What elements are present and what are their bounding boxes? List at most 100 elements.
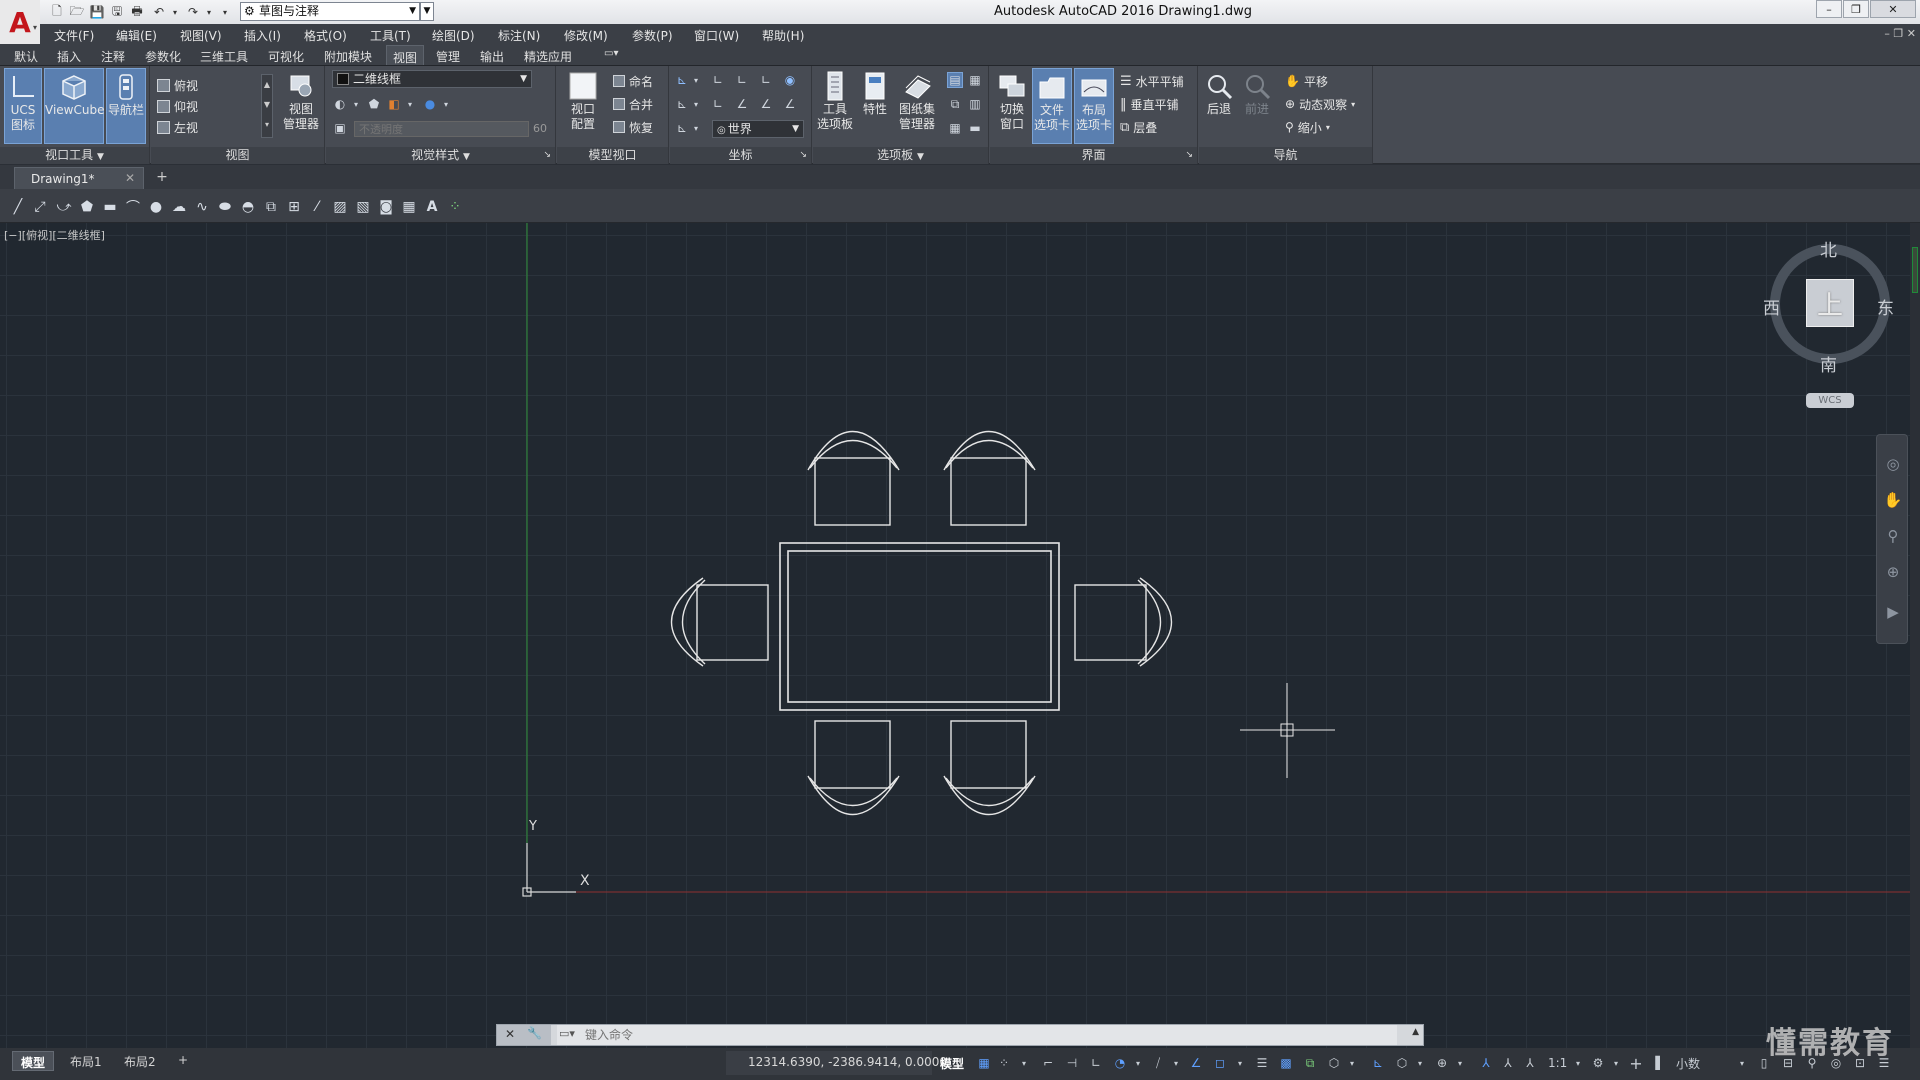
customize-qat-icon[interactable]: ▾ xyxy=(216,3,234,21)
close-button[interactable]: ✕ xyxy=(1870,0,1916,18)
chevron-up-icon[interactable]: ▲ xyxy=(1412,1027,1419,1037)
tab-parametric[interactable]: 参数化 xyxy=(145,48,181,65)
close-icon[interactable]: ✕ xyxy=(505,1027,515,1041)
steering-wheel-icon[interactable]: ◎ xyxy=(1883,455,1903,475)
add-selected-icon[interactable]: ⁘ xyxy=(445,197,465,217)
viewport-restore-button[interactable]: 恢复 xyxy=(613,118,653,136)
dynamic-ucs-icon[interactable]: ⊾ xyxy=(1370,1054,1386,1072)
sheet-set-manager-button[interactable]: 图纸集 管理器 xyxy=(895,68,939,144)
tab-view[interactable]: 视图 xyxy=(386,45,425,65)
ucs-y-icon[interactable]: ∟ xyxy=(734,72,750,88)
wrench-icon[interactable]: 🔧 xyxy=(527,1026,542,1040)
chevron-down-icon[interactable]: ▾ xyxy=(1608,1054,1624,1072)
new-file-icon[interactable]: 🗋 xyxy=(48,3,66,21)
layout-tabs-button[interactable]: 布局 选项卡 xyxy=(1074,68,1114,144)
markup-set-icon[interactable]: ▦ xyxy=(947,120,963,136)
command-line-toggle-icon[interactable]: ▤ xyxy=(947,72,963,88)
viewcube[interactable]: 上 xyxy=(1770,244,1890,364)
polyline-icon[interactable]: ⤻ xyxy=(54,197,74,217)
model-space-toggle[interactable]: 模型 xyxy=(940,1054,964,1072)
menu-help[interactable]: 帮助(H) xyxy=(762,27,804,44)
chevron-down-icon[interactable]: ▾ xyxy=(688,120,704,136)
file-tabs-button[interactable]: 文件 选项卡 xyxy=(1032,68,1072,144)
save-as-icon[interactable]: 🖫 xyxy=(108,3,126,21)
tab-manage[interactable]: 管理 xyxy=(436,48,460,65)
ortho-icon[interactable]: ∟ xyxy=(1088,1054,1104,1072)
region-icon[interactable]: ◙ xyxy=(376,197,396,217)
minimize-button[interactable]: – xyxy=(1816,0,1842,18)
view-item-bottom[interactable]: 仰视 xyxy=(157,97,198,115)
multiline-text-icon[interactable]: A xyxy=(422,197,442,217)
polygon-icon[interactable]: ⬟ xyxy=(77,197,97,217)
chevron-down-icon[interactable]: ▾ xyxy=(1734,1054,1750,1072)
dbconnect-icon[interactable]: ▬ xyxy=(967,120,983,136)
chevron-down-icon[interactable]: ▾ xyxy=(1130,1054,1146,1072)
opacity-slider[interactable] xyxy=(354,121,529,137)
ucs-3point-icon[interactable]: ∠ xyxy=(734,96,750,112)
visual-style-dropdown[interactable]: 二维线框 ▼ xyxy=(332,70,532,88)
save-icon[interactable]: 💾 xyxy=(88,3,106,21)
tab-output[interactable]: 输出 xyxy=(480,48,504,65)
design-center-icon[interactable]: ▦ xyxy=(967,72,983,88)
panel-title[interactable]: 选项板 ▼ xyxy=(813,147,988,164)
switch-windows-button[interactable]: 切换 窗口 xyxy=(994,68,1030,144)
scrollbar-thumb[interactable] xyxy=(1912,247,1918,293)
gizmo-icon[interactable]: ⊕ xyxy=(1434,1054,1450,1072)
ucs-zaxis-icon[interactable]: ∠ xyxy=(758,96,774,112)
revision-cloud-icon[interactable]: ☁ xyxy=(169,197,189,217)
polar-tracking-icon[interactable]: ◔ xyxy=(1112,1054,1128,1072)
undo-dropdown-icon[interactable]: ▾ xyxy=(166,3,184,21)
quick-properties-icon[interactable]: ▌ xyxy=(1652,1054,1668,1072)
file-tab-drawing1[interactable]: Drawing1* ✕ xyxy=(14,167,144,189)
ucs-object-icon[interactable]: ∠ xyxy=(782,96,798,112)
command-prompt-icon[interactable]: ▭▾ xyxy=(559,1027,575,1040)
annotation-scale-value[interactable]: 1:1 xyxy=(1548,1054,1567,1072)
cursor-coordinates[interactable]: 12314.6390, -2386.9414, 0.0000 xyxy=(748,1055,947,1069)
ellipse-icon[interactable]: ⬬ xyxy=(215,197,235,217)
dialog-launcher-icon[interactable]: ↘ xyxy=(799,147,807,164)
orbit-button[interactable]: ⊕ 动态观察 ▾ xyxy=(1285,95,1355,113)
tile-vertical-button[interactable]: ‖ 垂直平铺 xyxy=(1120,95,1179,113)
point-icon[interactable]: ⁄ xyxy=(307,197,327,217)
chevron-down-icon[interactable]: ▾ xyxy=(438,96,454,112)
add-layout-button[interactable]: + xyxy=(170,1051,196,1071)
menu-modify[interactable]: 修改(M) xyxy=(564,27,608,44)
construction-line-icon[interactable]: ⤢ xyxy=(30,197,50,217)
menu-dimension[interactable]: 标注(N) xyxy=(498,27,540,44)
layout-tab-model[interactable]: 模型 xyxy=(12,1051,55,1071)
viewcube-button[interactable]: ViewCube xyxy=(44,68,104,144)
tab-default[interactable]: 默认 xyxy=(14,48,38,65)
plus-icon[interactable]: + xyxy=(1628,1054,1644,1073)
tool-palettes-button[interactable]: 工具 选项板 xyxy=(815,68,855,144)
isometric-icon[interactable]: ⧸ xyxy=(1150,1054,1166,1072)
spline-icon[interactable]: ∿ xyxy=(192,197,212,217)
drawing-canvas[interactable]: [−][俯视][二维线框] Y X xyxy=(0,223,1910,1048)
xray-icon[interactable]: ▣ xyxy=(332,120,348,136)
compass-south[interactable]: 南 xyxy=(1820,351,1837,376)
menu-edit[interactable]: 编辑(E) xyxy=(116,27,157,44)
chevron-down-icon[interactable]: ▾ xyxy=(1016,1054,1032,1072)
gradient-icon[interactable]: ▧ xyxy=(353,197,373,217)
close-icon[interactable]: ✕ xyxy=(125,171,135,185)
transparency-icon[interactable]: ▩ xyxy=(1278,1054,1294,1072)
make-block-icon[interactable]: ⊞ xyxy=(284,197,304,217)
tab-3d-tools[interactable]: 三维工具 xyxy=(200,48,248,65)
shadow-icon[interactable]: ⬟ xyxy=(366,96,382,112)
viewport-config-button[interactable]: 视口 配置 xyxy=(561,68,605,144)
gear-icon[interactable]: ⚙ xyxy=(1590,1054,1606,1072)
tab-featured-apps[interactable]: 精选应用 xyxy=(524,48,572,65)
material-icon[interactable]: ● xyxy=(422,96,438,112)
auto-scale-icon[interactable]: ⅄ xyxy=(1500,1054,1516,1072)
pan-icon[interactable]: ✋ xyxy=(1883,491,1903,511)
restore-button[interactable]: ❐ xyxy=(1843,0,1869,18)
menu-format[interactable]: 格式(O) xyxy=(304,27,347,44)
chevron-down-icon[interactable]: ▾ xyxy=(402,96,418,112)
pan-button[interactable]: ✋ 平移 xyxy=(1285,72,1328,90)
grid-icon[interactable]: ▦ xyxy=(976,1054,992,1072)
panel-title[interactable]: 视觉样式 ▼ ↘ xyxy=(326,147,555,164)
circle-icon[interactable]: ● xyxy=(146,197,166,217)
view-item-top[interactable]: 俯视 xyxy=(157,76,198,94)
rectangle-icon[interactable]: ▬ xyxy=(100,197,120,217)
orbit-icon[interactable]: ⊕ xyxy=(1883,563,1903,583)
object-snap-tracking-icon[interactable]: ∠ xyxy=(1188,1054,1204,1072)
